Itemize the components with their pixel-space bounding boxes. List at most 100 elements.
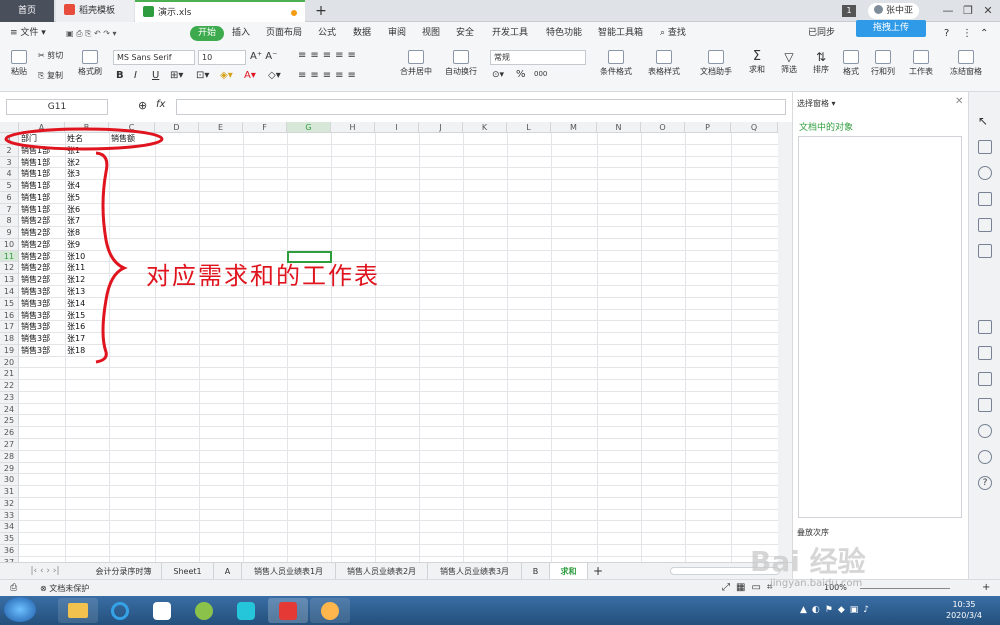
column-header-e[interactable]: E [199,122,243,133]
conditional-format-button[interactable]: 条件格式 [596,50,636,77]
minimize-button[interactable]: — [940,3,956,19]
column-header-h[interactable]: H [331,122,375,133]
page-badge[interactable]: 1 [842,5,856,17]
objects-list[interactable] [798,136,962,518]
font-size-select[interactable]: 10 [198,50,246,65]
table-cell[interactable]: 张14 [67,298,85,309]
menu-formulas[interactable]: 公式 [318,26,336,41]
sheet-tab-b[interactable]: B [522,563,550,580]
format-painter-button[interactable]: 格式刷 [76,50,104,77]
percent-button[interactable]: % [516,69,526,80]
paste-button[interactable]: 粘贴 [6,50,32,77]
row-header-12[interactable]: 12 [0,262,19,275]
cut-button[interactable]: ✂ 剪切 [38,50,63,61]
row-header-5[interactable]: 5 [0,180,19,192]
row-header-19[interactable]: 19 [0,344,19,357]
italic-button[interactable]: I [134,70,137,81]
menu-security[interactable]: 安全 [456,26,474,41]
row-header-3[interactable]: 3 [0,156,19,169]
sort-button[interactable]: ⇅ 排序 [808,50,834,75]
underline-button[interactable]: U [152,70,159,81]
row-header-27[interactable]: 27 [0,439,19,451]
filter-button[interactable]: ▽ 筛选 [776,50,802,75]
header-cell[interactable]: 部门 [21,133,37,144]
image-icon[interactable] [978,398,992,412]
sum-button[interactable]: Σ 求和 [744,50,770,75]
formula-input[interactable] [176,99,786,115]
chart-icon[interactable] [978,244,992,258]
sync-status[interactable]: 已同步 [808,26,835,41]
fill-color-button[interactable]: ◈▾ [220,70,233,81]
column-header-n[interactable]: N [597,122,641,133]
zoom-formula-icon[interactable]: ⊕ [138,99,147,112]
row-header-21[interactable]: 21 [0,368,19,381]
column-header-i[interactable]: I [375,122,419,133]
add-sheet-button[interactable]: + [588,563,608,580]
tab-templates[interactable]: 稻壳模板 [56,0,134,22]
table-cell[interactable]: 张12 [67,274,85,285]
close-button[interactable]: ✕ [980,3,996,19]
cell-style-button[interactable]: ⊡▾ [196,70,209,81]
selection-pane-title[interactable]: 选择窗格 ▾ [797,98,836,109]
player-app[interactable] [226,598,266,623]
user-account[interactable]: 张中亚 [868,3,920,19]
table-cell[interactable]: 销售2部 [21,262,50,273]
row-header-17[interactable]: 17 [0,321,19,334]
table-cell[interactable]: 张1 [67,145,80,156]
row-header-16[interactable]: 16 [0,309,19,322]
table-cell[interactable]: 张15 [67,310,85,321]
table-cell[interactable]: 张18 [67,345,85,356]
align-left-group[interactable]: ≡≡≡≡≡ [298,70,360,81]
menu-special[interactable]: 特色功能 [546,26,582,41]
zoom-in-icon[interactable]: + [982,582,990,593]
wrap-text-button[interactable]: 自动换行 [442,50,480,77]
sheet-tab-feb[interactable]: 销售人员业绩表2月 [336,563,428,580]
font-color-button[interactable]: A▾ [244,70,256,81]
column-header-q[interactable]: Q [731,122,778,133]
page-icon[interactable] [978,372,992,386]
tab-home[interactable]: 首页 [0,0,54,22]
row-header-32[interactable]: 32 [0,497,19,510]
table-cell[interactable]: 张2 [67,157,80,168]
sheet-tab-sum[interactable]: 求和 [550,563,588,580]
style-icon[interactable] [978,166,992,180]
table-cell[interactable]: 销售1部 [21,192,50,203]
table-cell[interactable]: 张4 [67,180,80,191]
table-cell[interactable]: 销售3部 [21,345,50,356]
row-header-34[interactable]: 34 [0,521,19,534]
header-cell[interactable]: 销售额 [111,133,135,144]
doc-protect-status[interactable]: ⊗ 文档未保护 [40,583,89,594]
row-header-2[interactable]: 2 [0,144,19,157]
row-header-9[interactable]: 9 [0,227,19,239]
row-header-11[interactable]: 11 [0,250,19,263]
table-cell[interactable]: 销售2部 [21,239,50,250]
column-header-g[interactable]: G [287,122,331,133]
table-cell[interactable]: 销售1部 [21,168,50,179]
compass-icon[interactable] [978,424,992,438]
menu-data[interactable]: 数据 [353,26,371,41]
border-button[interactable]: ⊞▾ [170,70,183,81]
table-cell[interactable]: 销售2部 [21,227,50,238]
table-cell[interactable]: 销售3部 [21,310,50,321]
font-grow-button[interactable]: A⁺ A⁻ [250,51,277,62]
sheet-nav-buttons[interactable]: |‹ ‹ › ›| [4,563,86,580]
file-menu[interactable]: ≡ 文件 ▾ [10,26,46,41]
system-tray[interactable]: ▲◐⚑◆▣♪ [800,605,874,615]
column-header-k[interactable]: K [463,122,507,133]
menu-developer[interactable]: 开发工具 [492,26,528,41]
row-header-26[interactable]: 26 [0,427,19,440]
row-header-18[interactable]: 18 [0,333,19,345]
row-header-28[interactable]: 28 [0,450,19,463]
table-cell[interactable]: 销售3部 [21,286,50,297]
row-header-20[interactable]: 20 [0,356,19,369]
menu-insert[interactable]: 插入 [232,26,250,41]
table-cell[interactable]: 张17 [67,333,85,344]
menu-view[interactable]: 视图 [422,26,440,41]
column-header-j[interactable]: J [419,122,463,133]
table-cell[interactable]: 销售2部 [21,274,50,285]
table-cell[interactable]: 销售1部 [21,157,50,168]
browser-app[interactable] [100,598,140,623]
table-cell[interactable]: 张11 [67,262,85,273]
baidu-netdisk-app[interactable] [142,598,182,623]
worksheet-button[interactable]: 工作表 [904,50,938,77]
